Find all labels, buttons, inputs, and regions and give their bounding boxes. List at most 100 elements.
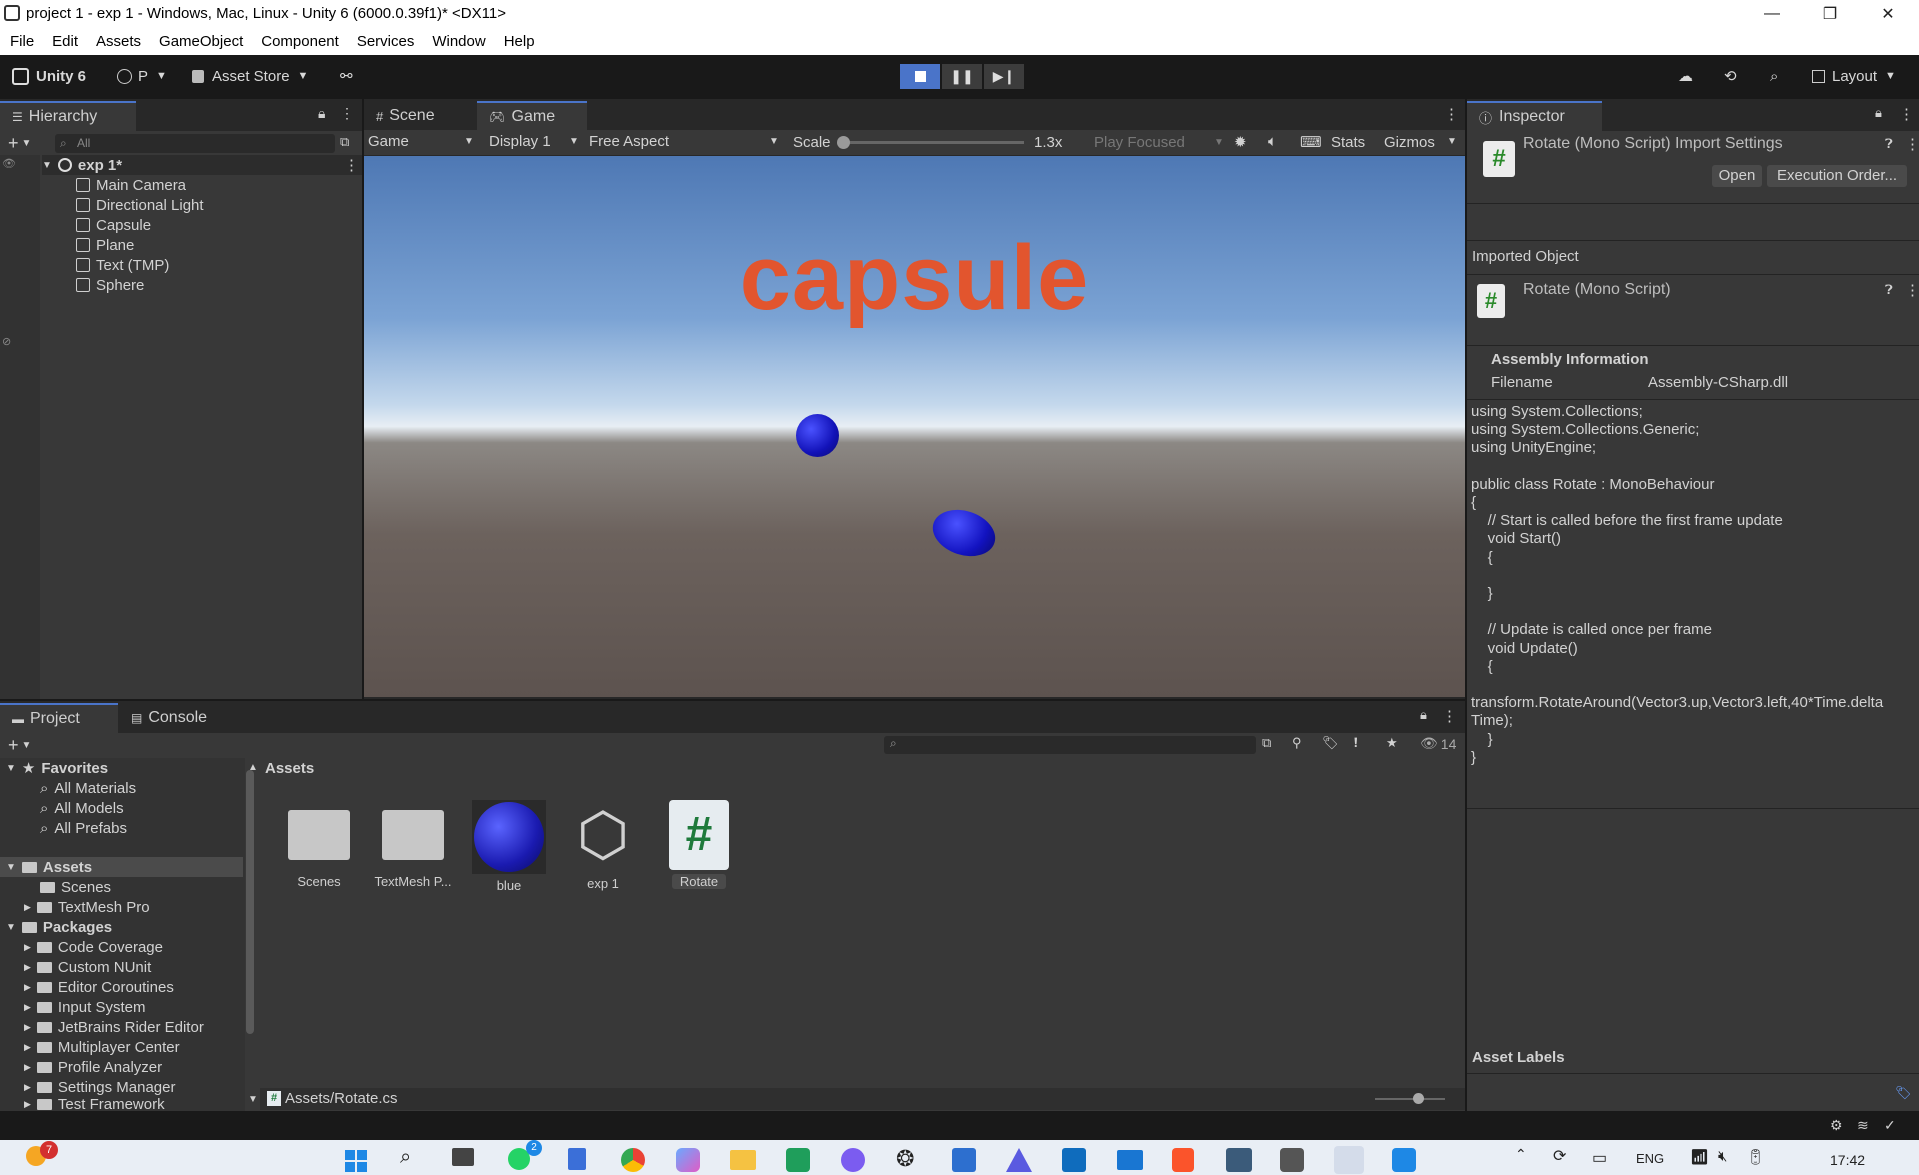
outlook-icon[interactable] xyxy=(1062,1148,1086,1172)
chevron-down-icon[interactable]: ▼ xyxy=(248,1094,258,1105)
remote-desktop-icon[interactable] xyxy=(1226,1148,1252,1172)
tree-favorite-item[interactable]: ⌕ All Prefabs xyxy=(40,818,127,838)
unity-version-button[interactable]: Unity 6 xyxy=(12,55,86,97)
mail-icon[interactable] xyxy=(1117,1150,1143,1170)
menu-edit[interactable]: Edit xyxy=(52,33,78,50)
eye-hidden-icon[interactable]: ⊘ xyxy=(2,335,11,348)
menu-component[interactable]: Component xyxy=(261,33,339,50)
scale-slider[interactable] xyxy=(837,136,1024,149)
asset-scene-exp1[interactable]: ⬡ exp 1 xyxy=(558,800,648,891)
tree-package[interactable]: ▶ Multiplayer Center xyxy=(24,1037,180,1057)
clock[interactable]: 17:42 xyxy=(1830,1152,1865,1168)
hierarchy-item[interactable]: Main Camera xyxy=(76,175,396,195)
maximize-button[interactable]: ❐ xyxy=(1801,0,1859,28)
hierarchy-item[interactable]: Sphere xyxy=(76,275,396,295)
game-viewport[interactable]: capsule xyxy=(364,156,1465,697)
lock-icon[interactable]: 🔒︎ xyxy=(1875,105,1882,121)
sync-icon[interactable]: ⟳ xyxy=(1553,1146,1566,1166)
audio-icon[interactable]: 🔈︎ xyxy=(1268,133,1277,150)
asset-script-rotate[interactable]: # Rotate xyxy=(654,800,744,889)
bug-icon[interactable]: ✹ xyxy=(1234,133,1247,151)
more-options-icon[interactable]: ⋮ xyxy=(344,156,359,174)
asset-folder-textmeshpro[interactable]: TextMesh P... xyxy=(368,800,458,889)
asset-material-blue[interactable]: blue xyxy=(464,800,554,893)
display-dropdown[interactable]: Display 1 ▼ xyxy=(489,133,579,150)
more-options-icon[interactable]: ⋮ xyxy=(1899,105,1914,123)
tree-package[interactable]: ▶ Settings Manager xyxy=(24,1077,176,1097)
version-control-icon[interactable]: ⚯ xyxy=(340,55,353,97)
tree-package[interactable]: ▶ Editor Coroutines xyxy=(24,977,174,997)
keyboard-icon[interactable]: ⌨ xyxy=(1300,133,1322,151)
hierarchy-search-input[interactable]: ⌕ All xyxy=(55,134,335,153)
tab-inspector[interactable]: ⓘ Inspector xyxy=(1467,101,1602,131)
menu-assets[interactable]: Assets xyxy=(96,33,141,50)
tree-package[interactable]: ▶ Profile Analyzer xyxy=(24,1057,162,1077)
notepad-icon[interactable] xyxy=(568,1148,586,1170)
chatgpt-icon[interactable]: ❂ xyxy=(896,1146,914,1172)
menu-services[interactable]: Services xyxy=(357,33,415,50)
tree-packages[interactable]: ▼ Packages xyxy=(6,917,112,937)
hidden-packages-toggle[interactable]: 👁︎ 14 xyxy=(1420,735,1456,752)
tree-scrollbar[interactable] xyxy=(246,770,254,1034)
file-explorer-icon[interactable] xyxy=(730,1150,756,1170)
menu-help[interactable]: Help xyxy=(504,33,535,50)
execution-order-button[interactable]: Execution Order... xyxy=(1767,165,1907,187)
label-icon[interactable]: 🏷︎ xyxy=(1322,735,1339,751)
tree-package[interactable]: ▶ Input System xyxy=(24,997,145,1017)
lock-icon[interactable]: 🔒︎ xyxy=(1420,707,1427,723)
scene-visibility-icon[interactable]: ⧉ xyxy=(340,134,349,150)
gizmos-button[interactable]: Gizmos xyxy=(1384,134,1435,151)
more-options-icon[interactable]: ⋮ xyxy=(1905,281,1919,299)
chevron-up-icon[interactable]: ⌃ xyxy=(1515,1146,1527,1163)
tab-hierarchy[interactable]: ☰ Hierarchy xyxy=(0,101,136,131)
tree-favorite-item[interactable]: ⌕ All Materials xyxy=(40,778,136,798)
more-options-icon[interactable]: ⋮ xyxy=(1442,707,1457,725)
tree-package[interactable]: ▶ Custom NUnit xyxy=(24,957,151,977)
close-button[interactable]: ✕ xyxy=(1859,0,1917,28)
discord-icon[interactable] xyxy=(841,1148,865,1172)
search-icon[interactable]: ⌕ xyxy=(400,1146,411,1169)
help-icon[interactable]: ❓︎ xyxy=(1885,136,1893,152)
tree-assets[interactable]: ▼ Assets xyxy=(0,857,243,877)
cloud-icon[interactable]: ☁ xyxy=(1678,55,1693,97)
menu-file[interactable]: File xyxy=(10,33,34,50)
account-dropdown[interactable]: P ▼ xyxy=(117,55,167,97)
hierarchy-item[interactable]: Plane xyxy=(76,235,396,255)
hierarchy-item[interactable]: Capsule xyxy=(76,215,396,235)
pause-button[interactable]: ❚❚ xyxy=(942,64,982,89)
debug-icon[interactable]: ⚙ xyxy=(1830,1117,1843,1134)
scale-slider-thumb[interactable] xyxy=(837,136,850,149)
tree-package[interactable]: ▶ Test Framework xyxy=(24,1097,165,1111)
unity-hub-icon[interactable] xyxy=(1280,1148,1304,1172)
filter-icon[interactable]: ⚲ xyxy=(1292,735,1302,751)
display-icon[interactable]: ▭ xyxy=(1592,1148,1607,1168)
layout-dropdown[interactable]: Layout ▼ xyxy=(1812,55,1896,97)
tree-package[interactable]: ▶ Code Coverage xyxy=(24,937,163,957)
more-options-icon[interactable]: ⋮ xyxy=(340,105,354,122)
tab-console[interactable]: ▤ Console xyxy=(119,703,229,733)
icon-size-slider[interactable] xyxy=(1375,1093,1445,1104)
search-icon[interactable]: ⌕ xyxy=(1770,55,1778,97)
asset-folder-scenes[interactable]: Scenes xyxy=(274,800,364,889)
breadcrumb[interactable]: Assets xyxy=(265,760,314,777)
menu-gameobject[interactable]: GameObject xyxy=(159,33,243,50)
unity-editor-taskbar-icon[interactable] xyxy=(1334,1146,1364,1174)
task-view-icon[interactable] xyxy=(452,1148,474,1166)
more-options-icon[interactable]: ⋮ xyxy=(1905,135,1919,153)
vscode-icon[interactable] xyxy=(1392,1148,1416,1172)
tab-project[interactable]: ▬ Project xyxy=(0,703,118,733)
open-button[interactable]: Open xyxy=(1712,165,1762,187)
copilot-icon[interactable] xyxy=(676,1148,700,1172)
tree-favorites[interactable]: ▼ ★ Favorites xyxy=(6,758,108,778)
tag-icon[interactable]: 🏷︎ xyxy=(1895,1085,1912,1101)
volume-muted-icon[interactable]: 🔇︎ xyxy=(1718,1148,1727,1165)
aspect-dropdown[interactable]: Free Aspect ▼ xyxy=(589,133,779,150)
tree-folder[interactable]: Scenes xyxy=(40,877,111,897)
hierarchy-item[interactable]: Text (TMP) xyxy=(76,255,396,275)
history-icon[interactable]: ⟲ xyxy=(1724,55,1737,97)
stop-button[interactable] xyxy=(900,64,940,89)
chrome-icon[interactable] xyxy=(621,1148,645,1172)
minimize-button[interactable]: — xyxy=(1743,0,1801,28)
tree-folder[interactable]: ▶ TextMesh Pro xyxy=(24,897,150,917)
search-by-type-icon[interactable]: ⧉ xyxy=(1262,735,1271,751)
